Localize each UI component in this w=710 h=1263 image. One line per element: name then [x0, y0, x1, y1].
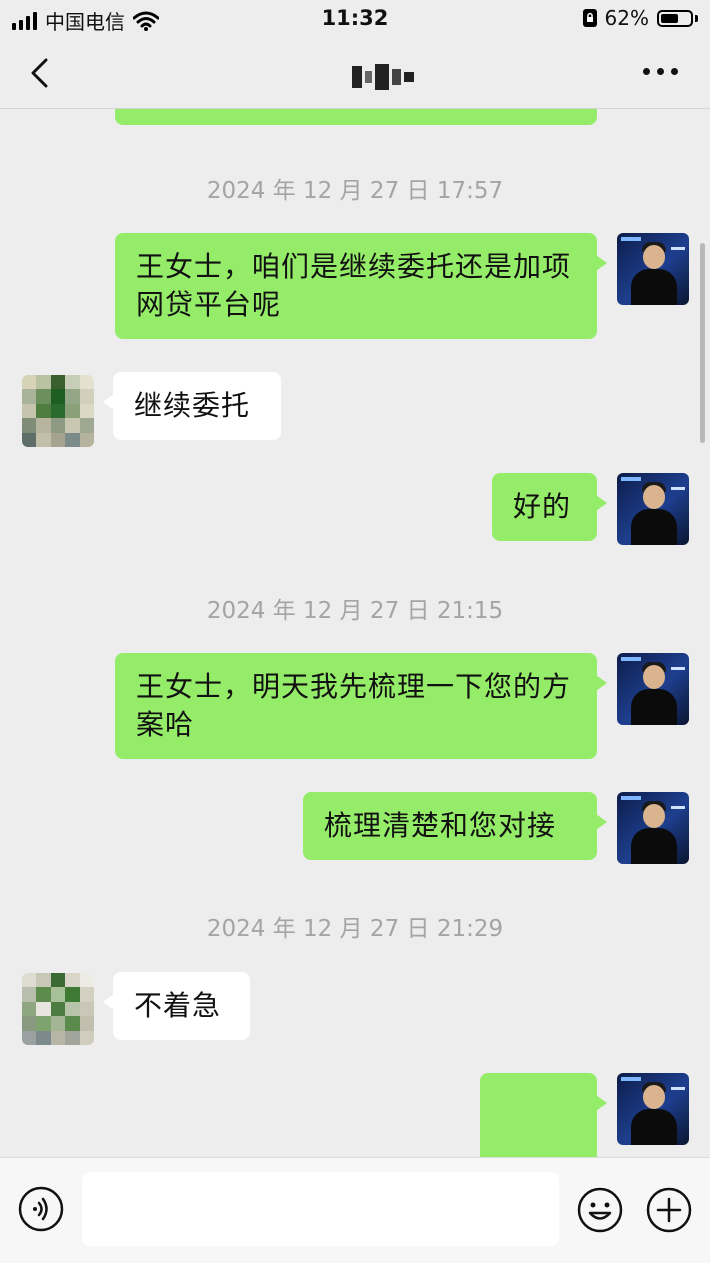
my-avatar[interactable] [617, 1073, 689, 1145]
contact-avatar[interactable] [22, 375, 94, 447]
plus-icon[interactable] [645, 1186, 693, 1234]
battery-icon [657, 9, 693, 27]
battery-percent: 62% [604, 6, 649, 30]
timestamp: 2024 年 12 月 27 日 17:57 [206, 178, 504, 204]
input-bar [0, 1157, 710, 1263]
sent-message-bubble[interactable]: 梳理清楚和您对接 [303, 792, 607, 860]
sent-message-bubble[interactable]: 好的 [492, 473, 607, 541]
sent-emoji-bubble[interactable]: 🙏🙏 [480, 1073, 607, 1157]
more-dots-icon[interactable] [643, 68, 678, 75]
my-avatar[interactable] [617, 473, 689, 545]
status-right: 62% [582, 6, 698, 30]
portrait-lock-icon [582, 9, 597, 27]
contact-name-redacted [352, 62, 414, 92]
sent-message-bubble[interactable]: 王女士，咱们是继续委托还是加项网贷平台呢 [115, 233, 607, 339]
chat-header [0, 40, 710, 109]
timestamp: 2024 年 12 月 27 日 21:29 [206, 916, 504, 942]
received-message-bubble[interactable]: 不着急 [103, 972, 250, 1040]
chevron-left-icon[interactable] [26, 58, 56, 88]
contact-avatar[interactable] [22, 973, 94, 1045]
my-avatar[interactable] [617, 233, 689, 305]
sent-message-bubble[interactable]: 王女士，明天我先梳理一下您的方案哈 [115, 653, 607, 759]
previous-message-bubble [115, 109, 597, 125]
battery-tip [695, 14, 698, 22]
chat-scrollbar[interactable] [700, 243, 705, 443]
voice-input-icon[interactable] [18, 1186, 64, 1232]
timestamp: 2024 年 12 月 27 日 21:15 [206, 598, 504, 624]
my-avatar[interactable] [617, 653, 689, 725]
emoji-icon[interactable] [576, 1186, 624, 1234]
chat-area[interactable]: 2024 年 12 月 27 日 17:57 王女士，咱们是继续委托还是加项网贷… [0, 109, 710, 1157]
status-bar: 中国电信 11:32 62% [0, 0, 710, 40]
message-input[interactable] [82, 1172, 559, 1246]
received-message-bubble[interactable]: 继续委托 [103, 372, 281, 440]
my-avatar[interactable] [617, 792, 689, 864]
